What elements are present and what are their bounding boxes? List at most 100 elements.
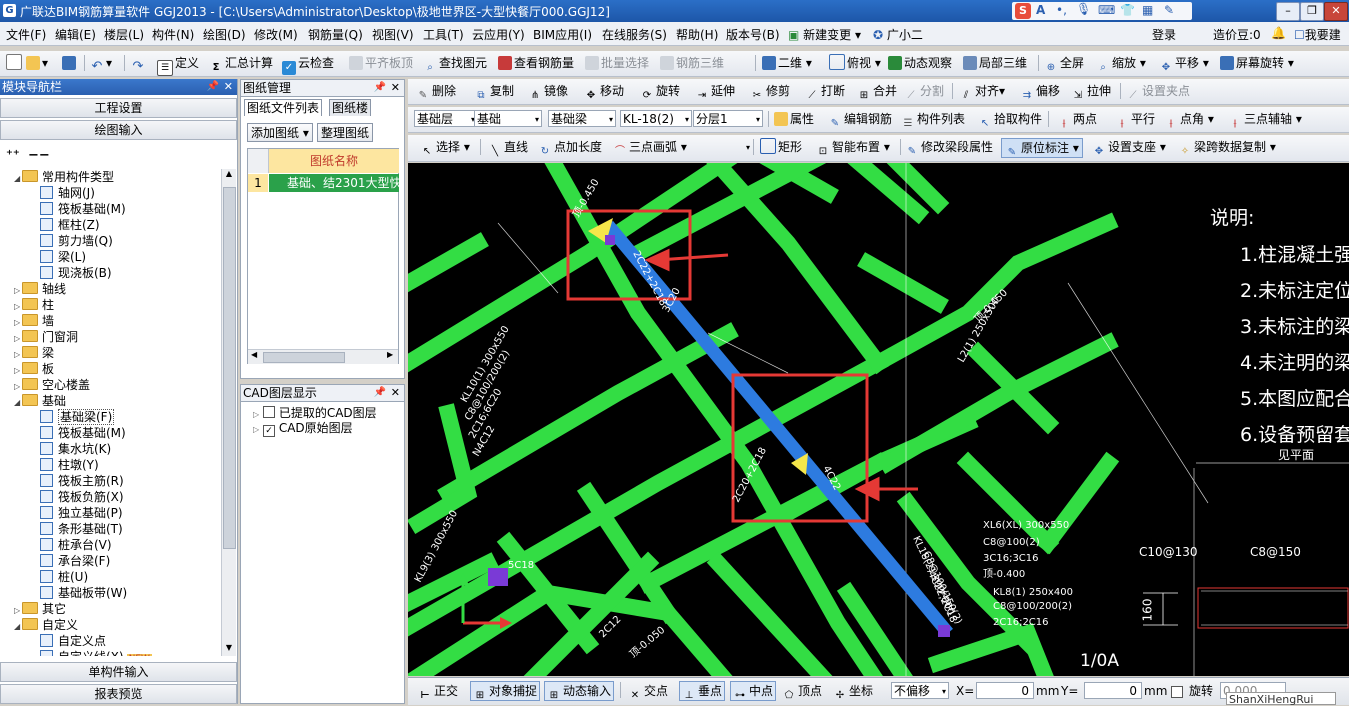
tree-item[interactable]: 桩(U)	[40, 569, 88, 585]
split-button[interactable]: ⟋ 分割	[904, 82, 945, 101]
expand-all-icon[interactable]: ⁺⁺	[6, 148, 20, 163]
rotate-screen-dropdown[interactable]: 屏幕旋转 ▾	[1220, 54, 1294, 72]
member-combo[interactable]: KL-18(2) ▾	[620, 110, 692, 127]
menu-member[interactable]: 构件(N)	[152, 26, 194, 43]
tree-item[interactable]: 框柱(Z)	[40, 217, 100, 233]
tree-item[interactable]: 自定义点	[40, 633, 106, 649]
tree-item[interactable]: 基础梁(F)	[40, 409, 115, 425]
tree-item[interactable]: 筏板基础(M)	[40, 201, 126, 217]
close-icon[interactable]: ✕	[391, 385, 400, 401]
dynamic-view-button[interactable]: 动态观察	[888, 54, 952, 72]
delete-button[interactable]: ✎ 删除	[416, 82, 456, 101]
tree-item[interactable]: 筏板主筋(R)	[40, 473, 124, 489]
menu-modify[interactable]: 修改(M)	[254, 26, 298, 43]
drawing-canvas[interactable]: KL10(1) 300x550 C8@100/200(2) 2C16;6C20 N4C…	[408, 163, 1349, 676]
tree-item[interactable]: 轴网(J)	[40, 185, 95, 201]
align-top-button[interactable]: 平齐板顶	[349, 54, 413, 72]
intersection-snap[interactable]: ✕ 交点	[628, 682, 668, 701]
notification-icon[interactable]: 🔔	[1271, 26, 1286, 40]
y-input[interactable]: 0	[1084, 682, 1142, 699]
beam-span-copy-dropdown[interactable]: ✧ 梁跨数据复制 ▾	[1178, 138, 1276, 157]
dynamic-input-toggle[interactable]: ⊞ 动态输入	[544, 681, 615, 701]
ortho-toggle[interactable]: ⊢ 正交	[418, 682, 458, 701]
category-combo[interactable]: 基础 ▾	[474, 110, 542, 127]
vertex-snap[interactable]: ⬠ 顶点	[782, 682, 822, 701]
tools-icon[interactable]: ✎	[1164, 3, 1174, 17]
top-view-dropdown[interactable]: 俯视 ▾	[829, 54, 881, 72]
set-support-dropdown[interactable]: ✥ 设置支座 ▾	[1092, 138, 1166, 157]
tree-item[interactable]: 梁(L)	[40, 249, 86, 265]
line-button[interactable]: ╲ 直线	[488, 138, 528, 157]
ime-punct-icon[interactable]: •,	[1056, 3, 1067, 17]
parallel-button[interactable]: ⫲ 平行	[1115, 110, 1155, 129]
three-point-axis-dropdown[interactable]: ⫲ 三点辅轴 ▾	[1228, 110, 1301, 129]
tab-drawing-floors[interactable]: 图纸楼	[329, 99, 372, 116]
suggest-link[interactable]: ☐我要建	[1294, 26, 1341, 43]
project-settings-button[interactable]: 工程设置	[0, 98, 237, 118]
cad-layer-original[interactable]: ▷ ✓ CAD原始图层	[253, 419, 353, 437]
cloud-check-button[interactable]: ✓ 云检查	[282, 54, 334, 75]
batch-select-button[interactable]: 批量选择	[585, 54, 649, 72]
scroll-up-icon[interactable]: ▲	[223, 169, 235, 181]
expand-icon[interactable]: ▷	[253, 425, 259, 434]
type-combo[interactable]: 基础梁 ▾	[548, 110, 616, 127]
organize-drawing-button[interactable]: 整理图纸	[317, 123, 374, 142]
tree-item[interactable]: 自定义线(X)NEW	[40, 649, 152, 656]
menu-edit[interactable]: 编辑(E)	[55, 26, 96, 43]
drawing-row-name[interactable]: 基础、结2301大型快	[269, 174, 399, 192]
tab-drawing-files[interactable]: 图纸文件列表	[244, 99, 323, 116]
tree-scrollbar[interactable]: ▲ ▼	[221, 169, 236, 656]
copy-button[interactable]: ⧉ 复制	[474, 82, 514, 101]
offset-button[interactable]: ⇉ 偏移	[1020, 82, 1060, 101]
close-icon[interactable]: ✕	[224, 79, 233, 95]
coordinate-snap[interactable]: ✢ 坐标	[833, 682, 873, 701]
restore-button[interactable]: ❐	[1300, 2, 1324, 21]
scroll-right-icon[interactable]: ▶	[387, 350, 393, 359]
find-element-button[interactable]: ⌕ 查找图元	[423, 54, 487, 73]
menu-help[interactable]: 帮助(H)	[676, 26, 718, 43]
checkbox-original[interactable]: ✓	[262, 425, 275, 437]
select-dropdown[interactable]: ↖ 选择 ▾	[420, 138, 470, 157]
menu-version[interactable]: 版本号(B)	[726, 26, 780, 43]
mirror-button[interactable]: ⋔ 镜像	[528, 82, 568, 101]
sogou-icon[interactable]: S	[1015, 3, 1031, 19]
cad-drawing[interactable]: KL10(1) 300x550C8@100/200(2)2C16;6C20N4C…	[408, 163, 1349, 676]
collapse-icon[interactable]: ◢	[14, 171, 22, 187]
tree-item[interactable]: 筏板负筋(X)	[40, 489, 124, 505]
drawing-input-button[interactable]: 绘图输入	[0, 120, 237, 140]
h-scrollbar[interactable]: ◀ ▶	[248, 349, 398, 364]
menu-online[interactable]: 在线服务(S)	[602, 26, 667, 43]
align-dropdown[interactable]: ⫽ 对齐▾	[959, 82, 1005, 101]
collapse-all-icon[interactable]: −−	[28, 148, 50, 163]
view-rebar-button[interactable]: 查看钢筋量	[498, 54, 574, 72]
scroll-left-icon[interactable]: ◀	[251, 350, 257, 359]
shirt-icon[interactable]: 👕	[1120, 3, 1135, 17]
menu-rebar[interactable]: 钢筋量(Q)	[308, 26, 363, 43]
expand-icon[interactable]: ▷	[253, 410, 259, 419]
perpendicular-snap[interactable]: ⊥ 垂点	[679, 681, 726, 701]
report-preview-button[interactable]: 报表预览	[0, 684, 237, 704]
two-point-button[interactable]: ⫲ 两点	[1057, 110, 1097, 129]
modify-segment-button[interactable]: ✎ 修改梁段属性	[905, 138, 993, 157]
offset-mode-combo[interactable]: 不偏移 ▾	[891, 682, 949, 699]
rotate-checkbox[interactable]	[1171, 686, 1183, 698]
menu-view[interactable]: 视图(V)	[372, 26, 414, 43]
tree-item[interactable]: 集水坑(K)	[40, 441, 111, 457]
tree-item[interactable]: 条形基础(T)	[40, 521, 123, 537]
fullscreen-button[interactable]: ⊕ 全屏	[1044, 54, 1084, 73]
scroll-thumb[interactable]	[223, 187, 236, 549]
stretch-button[interactable]: ⇲ 拉伸	[1071, 82, 1111, 101]
menu-bim[interactable]: BIM应用(I)	[533, 26, 592, 43]
single-member-input-button[interactable]: 单构件输入	[0, 662, 237, 682]
floor-combo[interactable]: 基础层 ▾	[414, 110, 478, 127]
extend-button[interactable]: ⇥ 延伸	[695, 82, 735, 101]
pin-icon[interactable]: 📌	[374, 385, 386, 401]
close-button[interactable]: ✕	[1324, 2, 1348, 21]
minimize-button[interactable]: –	[1276, 2, 1300, 21]
rectangle-button[interactable]: 矩形	[760, 138, 802, 156]
add-drawing-button[interactable]: 添加图纸 ▾	[247, 123, 313, 142]
microphone-icon[interactable]: 🎙	[1076, 2, 1091, 16]
layer-combo[interactable]: 分层1 ▾	[693, 110, 763, 127]
menu-assistant[interactable]: ✪ 广小二	[873, 26, 923, 43]
zoom-dropdown[interactable]: ⌕ 缩放 ▾	[1096, 54, 1146, 73]
